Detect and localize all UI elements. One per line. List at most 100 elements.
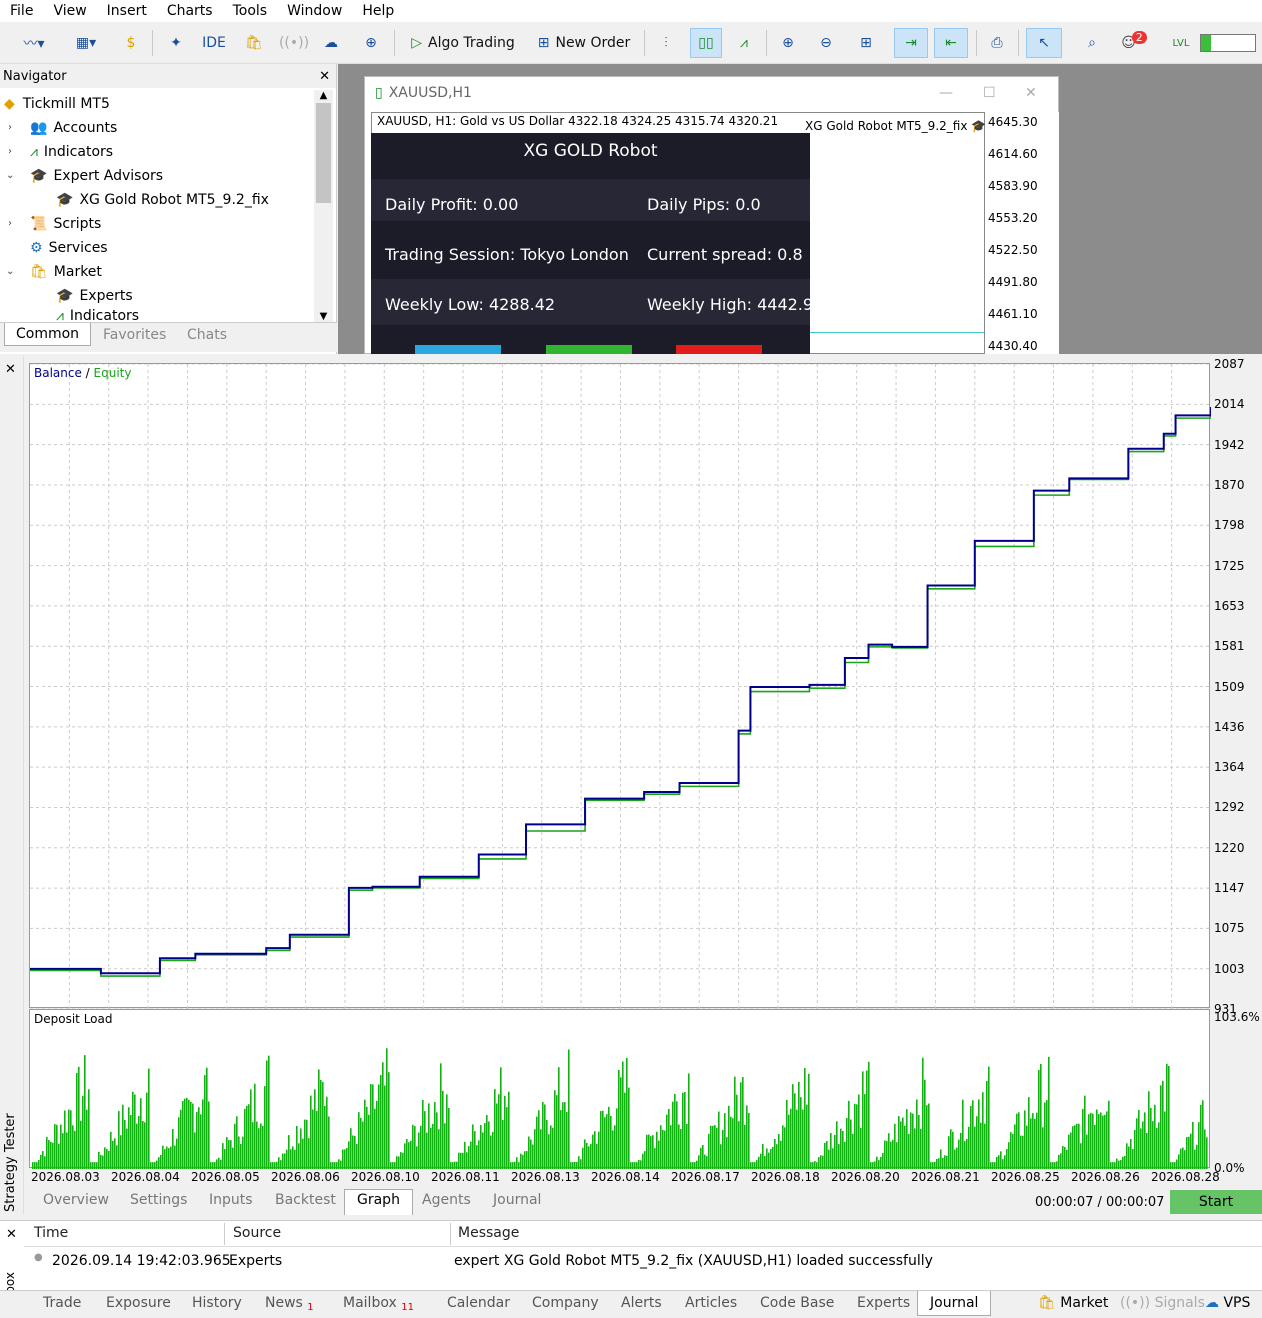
ea-label[interactable]: XG Gold Robot MT5_9.2_fix 🎓: [805, 119, 986, 133]
tab-settings[interactable]: Settings: [130, 1192, 187, 1208]
dollar-icon[interactable]: $: [118, 28, 144, 58]
maximize-icon[interactable]: ☐: [983, 85, 996, 101]
panel-button-blue[interactable]: [415, 345, 501, 354]
chevron-right-icon[interactable]: ›: [8, 122, 12, 133]
deposit-load-bar: [1012, 1133, 1014, 1169]
tab-chats[interactable]: Chats: [187, 327, 227, 343]
candles-icon[interactable]: ▯▯: [690, 28, 722, 58]
menu-view[interactable]: View: [43, 3, 96, 19]
deposit-load-bar: [198, 1107, 200, 1169]
tab-articles[interactable]: Articles: [685, 1295, 737, 1311]
tab-inputs[interactable]: Inputs: [209, 1192, 253, 1208]
tab-graph[interactable]: Graph: [344, 1189, 413, 1215]
cursor-icon[interactable]: ↖: [1026, 28, 1062, 58]
tab-calendar[interactable]: Calendar: [447, 1295, 510, 1311]
nav-ea-xg-gold[interactable]: 🎓 XG Gold Robot MT5_9.2_fix: [56, 188, 269, 212]
zoom-out-icon[interactable]: ⊖: [812, 28, 840, 58]
signals-icon[interactable]: ((•)): [279, 28, 309, 58]
tab-exposure[interactable]: Exposure: [106, 1295, 171, 1311]
menu-help[interactable]: Help: [352, 3, 404, 19]
tab-experts[interactable]: Experts: [857, 1295, 910, 1311]
level-icon[interactable]: LVL: [1168, 28, 1194, 58]
tab-journal[interactable]: Journal: [493, 1192, 541, 1208]
deposit-load-bar: [1098, 1114, 1100, 1169]
start-button[interactable]: Start: [1170, 1190, 1262, 1214]
nav-expert-advisors[interactable]: 🎓 Expert Advisors: [30, 164, 163, 188]
panel-button-red[interactable]: [676, 345, 762, 354]
notifications-icon[interactable]: ☺ 2: [1116, 28, 1152, 58]
close-icon[interactable]: ✕: [6, 1227, 17, 1242]
panel-button-green[interactable]: [546, 345, 632, 354]
chevron-down-icon[interactable]: ⌄: [6, 266, 14, 277]
header-time[interactable]: Time: [34, 1225, 68, 1241]
chevron-right-icon[interactable]: ›: [8, 218, 12, 229]
zoom-in-icon[interactable]: ⊕: [774, 28, 802, 58]
nav-market-experts[interactable]: 🎓 Experts: [56, 284, 133, 308]
algo-trading-button[interactable]: ▷ Algo Trading: [400, 28, 526, 58]
tab-overview[interactable]: Overview: [43, 1192, 109, 1208]
ide-button[interactable]: IDE: [198, 28, 230, 58]
deposit-load-bar: [824, 1142, 826, 1169]
chevron-down-icon[interactable]: ⌄: [6, 170, 14, 181]
tab-mailbox[interactable]: Mailbox 11: [343, 1295, 414, 1313]
deposit-load-bar: [696, 1160, 698, 1169]
header-message[interactable]: Message: [458, 1225, 519, 1241]
tab-common[interactable]: Common: [4, 323, 92, 346]
nav-scripts[interactable]: 📜 Scripts: [30, 212, 101, 236]
search-icon[interactable]: ⌕: [1078, 28, 1106, 58]
menu-charts[interactable]: Charts: [157, 3, 223, 19]
status-market[interactable]: 🛍 Market: [1038, 1295, 1108, 1311]
navigator-scrollbar[interactable]: ▲ ▼: [314, 90, 333, 322]
tab-history[interactable]: History: [192, 1295, 242, 1311]
header-source[interactable]: Source: [233, 1225, 281, 1241]
tab-company[interactable]: Company: [532, 1295, 599, 1311]
tab-agents[interactable]: Agents: [422, 1192, 471, 1208]
deposit-load-bar: [350, 1128, 352, 1169]
nav-services[interactable]: ⚙ Services: [30, 236, 108, 260]
status-vps[interactable]: ☁ VPS: [1205, 1295, 1250, 1311]
deposit-load-bar: [1116, 1158, 1118, 1169]
tab-backtest[interactable]: Backtest: [275, 1192, 336, 1208]
deposit-load-bar: [484, 1123, 486, 1169]
screenshot-icon[interactable]: ⎙: [982, 28, 1012, 58]
deposit-load-bar: [374, 1108, 376, 1169]
nav-market[interactable]: 🛍 Market: [30, 260, 102, 284]
balance-chart[interactable]: Balance / Equity: [29, 363, 1211, 1009]
nav-market-indicators[interactable]: ⩘ Indicators: [56, 308, 139, 322]
tab-news[interactable]: News 1: [265, 1295, 314, 1313]
new-order-button[interactable]: ⊞ New Order: [532, 28, 636, 58]
tab-favorites[interactable]: Favorites: [103, 327, 166, 343]
status-signals[interactable]: ((•)) Signals: [1120, 1295, 1205, 1311]
templates-icon[interactable]: ▦▾: [62, 28, 110, 58]
menu-window[interactable]: Window: [277, 3, 352, 19]
grid-icon[interactable]: ⊞: [852, 28, 880, 58]
market-icon[interactable]: 🛍: [240, 28, 268, 58]
close-icon[interactable]: ✕: [1025, 85, 1037, 101]
nav-root[interactable]: ◆ Tickmill MT5: [4, 92, 110, 116]
bar-chart-icon[interactable]: ⫶: [652, 28, 680, 58]
tab-code-base[interactable]: Code Base: [760, 1295, 834, 1311]
wizard-icon[interactable]: ✦: [162, 28, 190, 58]
autoscroll-icon[interactable]: ⇥: [894, 28, 928, 58]
close-icon[interactable]: ✕: [319, 69, 330, 84]
vps-icon[interactable]: ⊕: [356, 28, 386, 58]
tab-trade[interactable]: Trade: [43, 1295, 81, 1311]
cloud-icon[interactable]: ☁: [316, 28, 346, 58]
nav-indicators[interactable]: ⩘ Indicators: [30, 140, 113, 164]
chart-shift-icon[interactable]: ⇤: [934, 28, 968, 58]
nav-accounts[interactable]: 👥 Accounts: [30, 116, 117, 140]
menu-file[interactable]: File: [0, 3, 43, 19]
line-chart-icon[interactable]: ⩘: [730, 28, 758, 58]
menu-tools[interactable]: Tools: [223, 3, 278, 19]
tab-alerts[interactable]: Alerts: [621, 1295, 662, 1311]
minimize-icon[interactable]: —: [939, 85, 953, 101]
deposit-load-chart[interactable]: Deposit Load: [29, 1009, 1210, 1169]
close-icon[interactable]: ✕: [5, 362, 16, 377]
tab-journal-bottom[interactable]: Journal: [917, 1291, 992, 1316]
chart-type-icon[interactable]: 〰▾: [12, 28, 56, 58]
chevron-right-icon[interactable]: ›: [8, 146, 12, 157]
menu-insert[interactable]: Insert: [97, 3, 157, 19]
journal-row[interactable]: ● 2026.09.14 19:42:03.965 Experts expert…: [24, 1249, 1262, 1275]
deposit-load-bar: [424, 1111, 426, 1169]
deposit-load-bar: [970, 1106, 972, 1169]
